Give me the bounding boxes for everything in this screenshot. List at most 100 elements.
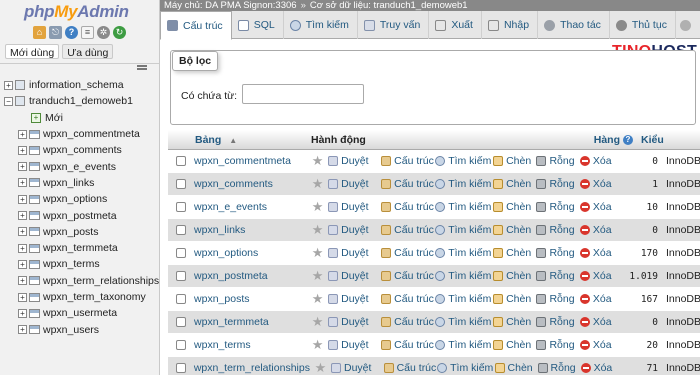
empty-action[interactable]: Rỗng (536, 270, 579, 282)
collapse-icon[interactable]: − (4, 96, 13, 106)
empty-action[interactable]: Rỗng (536, 155, 579, 167)
expand-icon[interactable]: + (18, 308, 27, 318)
insert-action[interactable]: Chèn (493, 201, 536, 213)
structure-action[interactable]: Cấu trúc (381, 201, 435, 213)
tree-table-item[interactable]: + wpxn_termmeta (0, 240, 159, 256)
row-checkbox[interactable] (176, 156, 187, 166)
tab-export[interactable]: Xuất (429, 11, 482, 39)
expand-icon[interactable]: + (18, 178, 27, 188)
search-action[interactable]: Tìm kiếm (435, 339, 493, 351)
table-name-link[interactable]: wpxn_term_relationships (194, 362, 310, 374)
favorite-star-icon[interactable]: ★ (307, 268, 328, 284)
drop-action[interactable]: Xóa (579, 339, 623, 351)
header-table-name[interactable]: Bảng ▲ (168, 134, 284, 146)
empty-action[interactable]: Rỗng (536, 293, 579, 305)
row-checkbox[interactable] (176, 179, 187, 189)
tree-table-item[interactable]: + wpxn_users (0, 321, 159, 337)
favorite-star-icon[interactable]: ★ (307, 153, 328, 169)
tab-structure[interactable]: Cấu trúc (160, 11, 232, 40)
expand-icon[interactable]: + (18, 162, 27, 172)
header-type[interactable]: Kiểu (633, 134, 669, 146)
expand-icon[interactable]: + (18, 276, 27, 286)
insert-action[interactable]: Chèn (493, 247, 536, 259)
table-name-link[interactable]: wpxn_comments (194, 178, 307, 190)
tab-search[interactable]: Tìm kiếm (284, 11, 358, 39)
browse-action[interactable]: Duyệt (328, 178, 381, 190)
row-checkbox[interactable] (176, 225, 187, 235)
table-name-link[interactable]: wpxn_termmeta (194, 316, 307, 328)
structure-action[interactable]: Cấu trúc (381, 247, 435, 259)
tab-more[interactable] (676, 11, 695, 39)
filter-input[interactable] (242, 84, 364, 104)
tree-table-item[interactable]: + wpxn_term_relationships (0, 273, 159, 289)
table-name-link[interactable]: wpxn_commentmeta (194, 155, 307, 167)
tree-table-item[interactable]: + wpxn_comments (0, 142, 159, 158)
expand-icon[interactable]: + (18, 129, 27, 139)
insert-action[interactable]: Chèn (493, 178, 536, 190)
expand-icon[interactable]: + (18, 194, 27, 204)
table-name-link[interactable]: wpxn_terms (194, 339, 307, 351)
table-name-link[interactable]: wpxn_postmeta (194, 270, 307, 282)
tree-table-item[interactable]: + wpxn_e_events (0, 158, 159, 174)
browse-action[interactable]: Duyệt (328, 339, 381, 351)
browse-action[interactable]: Duyệt (328, 201, 381, 213)
search-action[interactable]: Tìm kiếm (435, 178, 493, 190)
search-action[interactable]: Tìm kiếm (435, 155, 493, 167)
search-action[interactable]: Tìm kiếm (435, 201, 493, 213)
link-with-main-panel-icon[interactable] (137, 65, 147, 70)
table-name-link[interactable]: wpxn_options (194, 247, 307, 259)
drop-action[interactable]: Xóa (580, 362, 624, 374)
structure-action[interactable]: Cấu trúc (381, 316, 435, 328)
docs-icon[interactable]: ≡ (81, 25, 94, 39)
expand-icon[interactable]: + (18, 243, 27, 253)
help-icon[interactable]: ? (623, 134, 633, 145)
favorite-star-icon[interactable]: ★ (307, 314, 328, 330)
breadcrumb-database[interactable]: Cơ sở dữ liệu: tranduch1_demoweb1 (310, 0, 468, 11)
tree-table-item[interactable]: + wpxn_postmeta (0, 207, 159, 223)
structure-action[interactable]: Cấu trúc (381, 339, 435, 351)
search-action[interactable]: Tìm kiếm (435, 224, 493, 236)
row-checkbox[interactable] (176, 271, 187, 281)
table-name-link[interactable]: wpxn_links (194, 224, 307, 236)
reload-icon[interactable]: ↻ (113, 25, 126, 39)
drop-action[interactable]: Xóa (579, 201, 623, 213)
phpmyadmin-logo[interactable]: phpMyAdmin (0, 0, 159, 24)
tree-new-table[interactable]: + Mới (0, 110, 159, 126)
row-checkbox[interactable] (176, 317, 187, 327)
gear-icon[interactable]: ✲ (97, 25, 110, 39)
tab-import[interactable]: Nhập (482, 11, 539, 39)
row-checkbox[interactable] (176, 294, 187, 304)
structure-action[interactable]: Cấu trúc (381, 155, 435, 167)
tab-sql[interactable]: SQL (232, 11, 284, 39)
search-action[interactable]: Tìm kiếm (437, 362, 494, 374)
browse-action[interactable]: Duyệt (328, 224, 381, 236)
favorite-tables-tab[interactable]: Ưa dùng (62, 44, 114, 59)
favorite-star-icon[interactable]: ★ (307, 199, 328, 215)
header-rows[interactable]: Hàng? (591, 134, 633, 146)
tab-query[interactable]: Truy vấn (358, 11, 430, 39)
row-checkbox[interactable] (176, 202, 187, 212)
browse-action[interactable]: Duyệt (328, 155, 381, 167)
empty-action[interactable]: Rỗng (536, 316, 579, 328)
search-action[interactable]: Tìm kiếm (435, 270, 493, 282)
favorite-star-icon[interactable]: ★ (307, 245, 328, 261)
insert-action[interactable]: Chèn (493, 316, 536, 328)
favorite-star-icon[interactable]: ★ (307, 176, 328, 192)
insert-action[interactable]: Chèn (493, 224, 536, 236)
insert-action[interactable]: Chèn (493, 293, 536, 305)
tree-table-item[interactable]: + wpxn_usermeta (0, 305, 159, 321)
drop-action[interactable]: Xóa (579, 316, 623, 328)
tree-db-tranduch1-demoweb1[interactable]: − tranduch1_demoweb1 (0, 93, 159, 109)
insert-action[interactable]: Chèn (493, 339, 536, 351)
row-checkbox[interactable] (176, 340, 187, 350)
empty-action[interactable]: Rỗng (536, 224, 579, 236)
drop-action[interactable]: Xóa (579, 224, 623, 236)
structure-action[interactable]: Cấu trúc (381, 270, 435, 282)
drop-action[interactable]: Xóa (579, 270, 623, 282)
expand-icon[interactable]: + (18, 325, 27, 335)
tree-table-item[interactable]: + wpxn_options (0, 191, 159, 207)
empty-action[interactable]: Rỗng (536, 201, 579, 213)
browse-action[interactable]: Duyệt (328, 316, 381, 328)
empty-action[interactable]: Rỗng (536, 339, 579, 351)
breadcrumb-server[interactable]: Máy chủ: DA PMA Signon:3306 (164, 0, 297, 11)
